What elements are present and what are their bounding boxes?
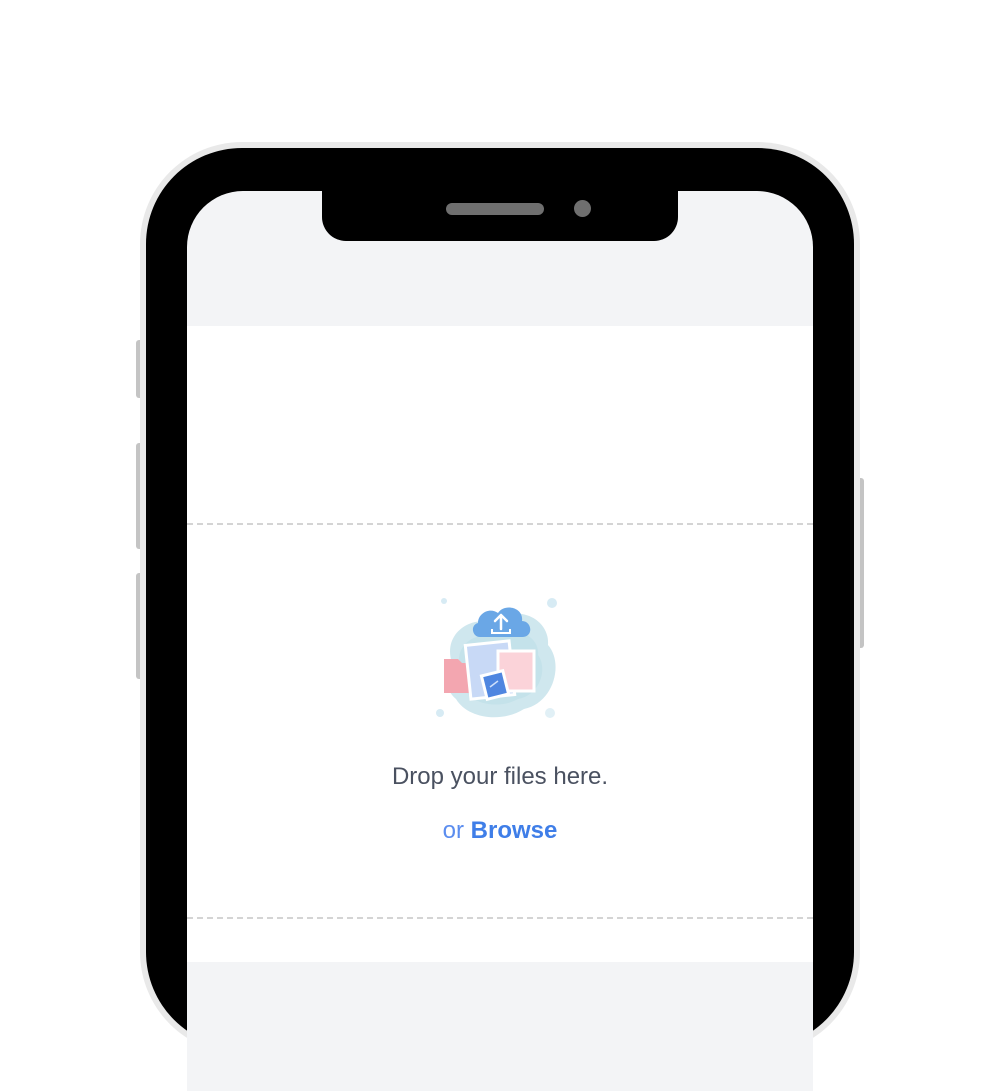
speaker-grille [446, 203, 544, 215]
cloud-upload-files-icon [436, 598, 557, 718]
file-dropzone[interactable]: Drop your files here. or Browse [187, 523, 813, 919]
volume-down-button [136, 573, 146, 679]
bottom-area [187, 962, 813, 1091]
or-label: or [442, 817, 464, 844]
mute-switch [136, 340, 146, 398]
phone-notch [322, 191, 678, 241]
phone-frame: Drop your files here. or Browse [146, 148, 854, 1091]
power-button [854, 478, 864, 648]
volume-up-button [136, 443, 146, 549]
front-camera [574, 200, 591, 217]
browse-line: or Browse [187, 817, 813, 845]
upload-panel: Drop your files here. or Browse [187, 326, 813, 962]
phone-screen: Drop your files here. or Browse [187, 191, 813, 1091]
drop-instruction: Drop your files here. [391, 763, 609, 790]
browse-link[interactable]: Browse [471, 817, 558, 844]
